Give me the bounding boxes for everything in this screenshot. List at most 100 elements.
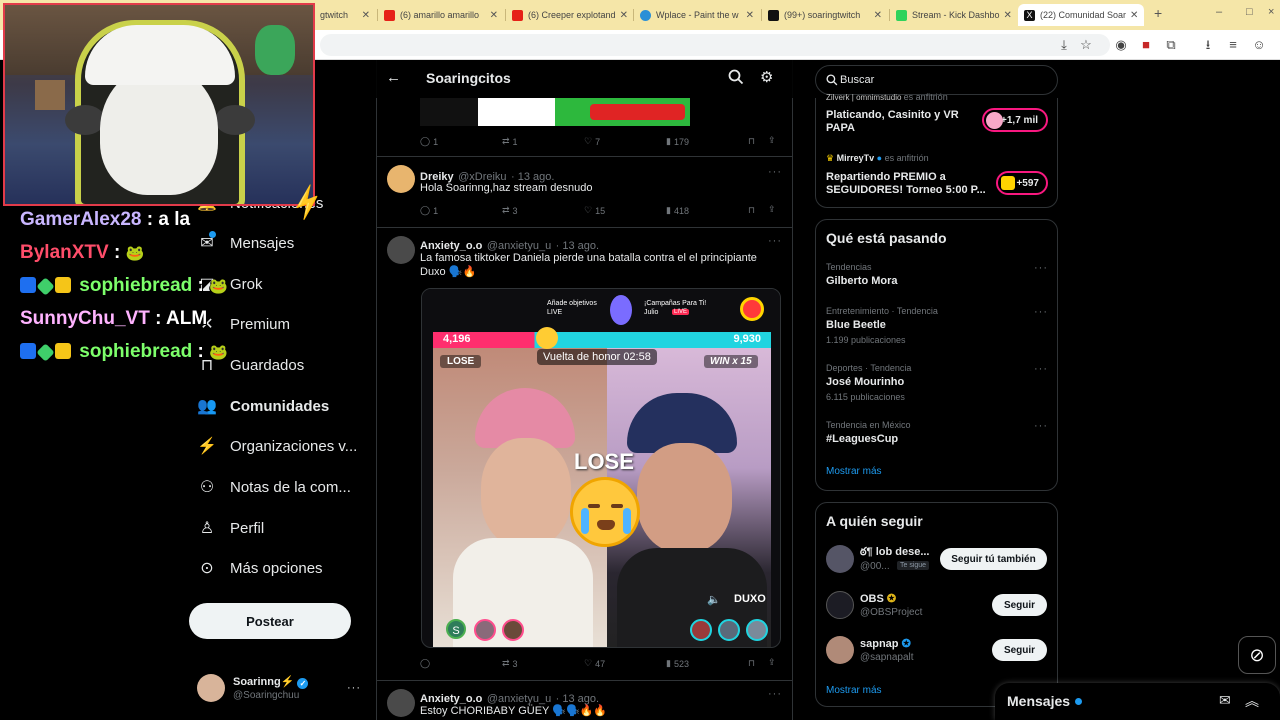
trend-item[interactable]: Entretenimiento · Tendencia Blue Beetle … xyxy=(816,302,1057,358)
search-box[interactable]: Buscar xyxy=(815,65,1058,95)
tweet-video[interactable]: Añade objetivos LIVE ¡Campañas Para Ti! … xyxy=(421,288,781,648)
nav-communities[interactable]: 👥 Comunidades xyxy=(196,395,329,417)
browser-tab-active[interactable]: X (22) Comunidad Soar ✕ xyxy=(1018,4,1144,26)
reply-button[interactable]: ◯ xyxy=(420,658,433,669)
more-icon[interactable]: ··· xyxy=(768,166,782,178)
share-button[interactable]: ⇪ xyxy=(768,135,776,146)
browser-tab[interactable]: Wplace - Paint the w ✕ xyxy=(634,4,760,26)
share-button[interactable]: ⇪ xyxy=(768,657,776,668)
maximize-button[interactable]: □ xyxy=(1246,6,1253,18)
retweet-button[interactable]: ⇄ 1 xyxy=(502,136,518,147)
tweet-image[interactable] xyxy=(420,98,690,126)
views-button[interactable]: ▮ 418 xyxy=(666,205,689,216)
download-icon[interactable]: ⭳ xyxy=(1199,36,1217,54)
like-button[interactable]: ♡ 7 xyxy=(584,136,600,147)
mute-icon[interactable]: 🔈 xyxy=(707,593,721,606)
avatar[interactable] xyxy=(826,545,854,573)
space-title[interactable]: Repartiendo PREMIO a SEGUIDORES! Torneo … xyxy=(826,171,986,197)
back-arrow-icon[interactable]: ← xyxy=(386,69,401,86)
close-icon[interactable]: ✕ xyxy=(486,10,498,21)
browser-tab[interactable]: (6) Creeper explotand ✕ xyxy=(506,4,632,26)
bookmark-star-icon[interactable]: ☆ xyxy=(1077,36,1095,54)
retweet-button[interactable]: ⇄ 3 xyxy=(502,658,518,669)
reply-button[interactable]: ◯ 1 xyxy=(420,136,438,147)
browser-tab[interactable]: gtwitch ✕ xyxy=(314,4,376,26)
like-button[interactable]: ♡ 15 xyxy=(584,205,605,216)
reading-list-icon[interactable]: ≡ xyxy=(1224,36,1242,54)
close-icon[interactable]: ✕ xyxy=(742,10,754,21)
bookmark-button[interactable]: ⊓ xyxy=(748,205,755,216)
reply-button[interactable]: ◯ 1 xyxy=(420,205,438,216)
bookmark-button[interactable]: ⊓ xyxy=(748,136,755,147)
views-button[interactable]: ▮ 523 xyxy=(666,658,689,669)
close-icon[interactable]: ✕ xyxy=(358,10,370,21)
post-button[interactable]: Postear xyxy=(189,603,351,639)
more-icon[interactable]: ··· xyxy=(768,235,782,247)
close-icon[interactable]: ✕ xyxy=(616,10,628,21)
more-icon[interactable]: ··· xyxy=(1034,306,1048,318)
browser-tab[interactable]: Stream - Kick Dashbo ✕ xyxy=(890,4,1016,26)
trend-item[interactable]: Tendencia en México #LeaguesCup ··· xyxy=(816,416,1057,456)
show-more-link[interactable]: Mostrar más xyxy=(826,685,882,696)
install-icon[interactable]: ⤓ xyxy=(1055,36,1073,54)
follow-name[interactable]: ఠ¶ lob dese... xyxy=(860,546,934,561)
messages-drawer[interactable]: Mensajes ✉ ︽ xyxy=(995,683,1280,720)
avatar[interactable] xyxy=(387,689,415,717)
space-listeners-button[interactable]: +1,7 mil xyxy=(982,108,1048,132)
follow-button[interactable]: Seguir xyxy=(992,639,1047,661)
chat-text: : ALM xyxy=(155,308,208,329)
obs-logo-icon[interactable] xyxy=(826,591,854,619)
minimize-button[interactable]: – xyxy=(1216,6,1222,18)
bookmark-button[interactable]: ⊓ xyxy=(748,658,755,669)
follow-name[interactable]: sapnap ✪ xyxy=(860,637,911,650)
follow-name[interactable]: OBS ✪ xyxy=(860,592,896,605)
expand-up-icon[interactable]: ︽ xyxy=(1245,691,1259,711)
search-icon[interactable] xyxy=(728,69,744,88)
new-message-icon[interactable]: ✉ xyxy=(1219,692,1231,709)
close-icon[interactable]: ✕ xyxy=(1000,10,1012,21)
more-icon[interactable]: ··· xyxy=(768,688,782,700)
show-more-link[interactable]: Mostrar más xyxy=(826,466,882,477)
account-avatar[interactable] xyxy=(197,674,225,702)
space-listeners-button[interactable]: +597 xyxy=(996,171,1048,195)
trend-item[interactable]: Tendencias Gilberto Mora ··· xyxy=(816,258,1057,308)
avatar[interactable] xyxy=(826,636,854,664)
follow-button[interactable]: Seguir xyxy=(992,594,1047,616)
space-title[interactable]: Platicando, Casinito y VR PAPA xyxy=(826,109,976,135)
tweet-text: Estoy CHORIBABY GÜEY 🗣️🗣️🔥🔥 xyxy=(420,705,608,717)
share-button[interactable]: ⇪ xyxy=(768,204,776,215)
nav-more[interactable]: ⊙ Más opciones xyxy=(196,557,322,579)
nav-profile[interactable]: ♙ Perfil xyxy=(196,517,264,539)
gear-icon[interactable]: ⚙ xyxy=(760,68,773,86)
new-tab-button[interactable]: + xyxy=(1154,5,1162,21)
more-icon[interactable]: ··· xyxy=(1034,420,1048,432)
nav-premium[interactable]: ✕ Premium xyxy=(196,313,290,335)
nav-organizations[interactable]: ⚡ Organizaciones v... xyxy=(196,435,357,457)
gold-verified-icon: ✪ xyxy=(886,593,897,605)
search-input[interactable]: Buscar xyxy=(840,74,874,86)
puzzle-icon[interactable]: ⧉ xyxy=(1162,36,1180,54)
follow-back-button[interactable]: Seguir tú también xyxy=(940,548,1047,570)
avatar[interactable] xyxy=(387,165,415,193)
extension-icon[interactable]: ■ xyxy=(1137,36,1155,54)
nav-community-notes[interactable]: ⚇ Notas de la com... xyxy=(196,476,351,498)
browser-tab[interactable]: (99+) soaringtwitch ✕ xyxy=(762,4,888,26)
retweet-button[interactable]: ⇄ 3 xyxy=(502,205,518,216)
x-logo-icon: X xyxy=(1024,9,1035,21)
grok-icon[interactable]: ⊘ xyxy=(1238,636,1276,674)
account-name[interactable]: Soarinng⚡ ✓ xyxy=(233,675,309,689)
close-icon[interactable]: ✕ xyxy=(1126,10,1138,21)
address-bar[interactable] xyxy=(320,34,1110,56)
close-icon[interactable]: ✕ xyxy=(870,10,882,21)
account-menu-icon[interactable]: ··· xyxy=(347,682,361,694)
profile-icon[interactable]: ☺ xyxy=(1250,36,1268,54)
browser-tab[interactable]: (6) amarillo amarillo ✕ xyxy=(378,4,504,26)
window-close-button[interactable]: × xyxy=(1268,6,1274,18)
like-button[interactable]: ♡ 47 xyxy=(584,658,605,669)
more-icon[interactable]: ··· xyxy=(1034,363,1048,375)
trend-item[interactable]: Deportes · Tendencia José Mourinho 6.115… xyxy=(816,359,1057,415)
extension-record-icon[interactable]: ◉ xyxy=(1112,36,1130,54)
avatar[interactable] xyxy=(387,236,415,264)
more-icon[interactable]: ··· xyxy=(1034,262,1048,274)
views-button[interactable]: ▮ 179 xyxy=(666,136,689,147)
